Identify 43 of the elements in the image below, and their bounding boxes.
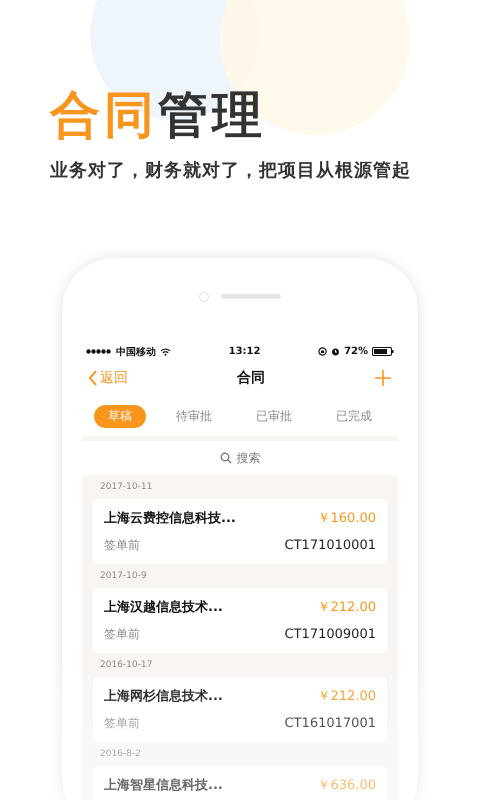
wifi-icon: [160, 348, 171, 356]
contract-status: 签单前: [104, 626, 140, 643]
chevron-left-icon: [88, 370, 98, 386]
add-button[interactable]: [374, 369, 392, 387]
date-label: 2017-10-9: [99, 570, 148, 583]
contract-amount: ￥636.00: [318, 777, 376, 794]
clock-time: 13:12: [228, 346, 260, 357]
battery-percent: 72%: [344, 346, 368, 357]
search-field[interactable]: 搜索: [82, 441, 398, 475]
contract-status: 签单前: [104, 537, 140, 554]
signal-icon: [86, 349, 112, 354]
camera-icon: [199, 292, 209, 302]
back-button[interactable]: 返回: [88, 369, 128, 387]
page-title: 合同: [237, 369, 265, 387]
date-label: 2017-10-11: [99, 481, 154, 494]
contract-amount: ￥212.00: [318, 599, 376, 616]
company-name: 上海云费控信息科技...: [104, 510, 236, 527]
contract-number: CT161017001: [284, 716, 376, 731]
speaker-icon: [221, 294, 281, 299]
search-icon: [220, 452, 232, 464]
date-label: 2016-10-17: [99, 659, 154, 672]
company-name: 上海汉越信息技术...: [104, 599, 223, 616]
contract-number: CT171010001: [284, 538, 376, 553]
contract-number: CT171009001: [284, 627, 376, 642]
tab[interactable]: 已审批: [242, 404, 306, 428]
company-name: 上海网杉信息技术...: [104, 688, 223, 705]
contract-card[interactable]: 上海汉越信息技术... ￥212.00 签单前 CT171009001: [93, 588, 387, 653]
carrier-name: 中国移动: [116, 346, 156, 358]
tab[interactable]: 待审批: [162, 404, 226, 428]
contract-status: 签单前: [104, 715, 140, 732]
contract-card[interactable]: 上海网杉信息技术... ￥212.00 签单前 CT161017001: [93, 677, 387, 742]
contract-card[interactable]: 上海云费控信息科技... ￥160.00 签单前 CT171010001: [93, 499, 387, 564]
contract-card[interactable]: 上海智星信息科技... ￥636.00: [93, 766, 387, 800]
subtitle: 业务对了，财务就对了，把项目从根源管起: [50, 159, 412, 182]
tab[interactable]: 草稿: [94, 404, 146, 428]
battery-icon: [372, 347, 394, 356]
headline-accent: 合同: [50, 85, 158, 146]
date-label: 2016-8-2: [99, 748, 142, 761]
tab[interactable]: 已完成: [322, 404, 386, 428]
contract-amount: ￥160.00: [318, 510, 376, 527]
company-name: 上海智星信息科技...: [104, 777, 223, 794]
contract-amount: ￥212.00: [318, 688, 376, 705]
headline: 管理: [158, 85, 266, 146]
